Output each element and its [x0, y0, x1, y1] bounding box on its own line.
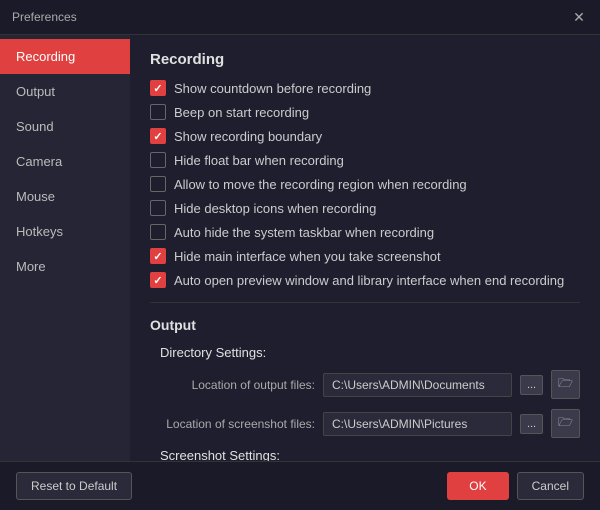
- checkbox-autoopen[interactable]: [150, 272, 166, 288]
- sidebar-item-camera[interactable]: Camera: [0, 144, 130, 179]
- checkbox-desktopicons[interactable]: [150, 200, 166, 216]
- checkbox-label-taskbar: Auto hide the system taskbar when record…: [174, 225, 434, 240]
- checkbox-label-moveregion: Allow to move the recording region when …: [174, 177, 467, 192]
- directory-settings-title: Directory Settings:: [160, 345, 580, 360]
- checkbox-row-boundary: Show recording boundary: [150, 128, 580, 144]
- sidebar-item-more[interactable]: More: [0, 249, 130, 284]
- output-files-row: Location of output files: ... 🗁: [160, 370, 580, 399]
- checkbox-label-boundary: Show recording boundary: [174, 129, 322, 144]
- main-content: RecordingOutputSoundCameraMouseHotkeysMo…: [0, 35, 600, 461]
- screenshot-settings-title: Screenshot Settings:: [160, 448, 580, 461]
- checkbox-row-taskbar: Auto hide the system taskbar when record…: [150, 224, 580, 240]
- checkbox-boundary[interactable]: [150, 128, 166, 144]
- checkbox-moveregion[interactable]: [150, 176, 166, 192]
- cancel-button[interactable]: Cancel: [517, 472, 584, 500]
- checkbox-row-desktopicons: Hide desktop icons when recording: [150, 200, 580, 216]
- sidebar-item-hotkeys[interactable]: Hotkeys: [0, 214, 130, 249]
- dialog-title: Preferences: [12, 10, 77, 24]
- checkbox-floatbar[interactable]: [150, 152, 166, 168]
- title-bar: Preferences ✕: [0, 0, 600, 35]
- screenshot-files-dots-button[interactable]: ...: [520, 414, 543, 434]
- reset-to-default-button[interactable]: Reset to Default: [16, 472, 132, 500]
- checkbox-taskbar[interactable]: [150, 224, 166, 240]
- preferences-dialog: Preferences ✕ RecordingOutputSoundCamera…: [0, 0, 600, 510]
- screenshot-files-input[interactable]: [323, 412, 512, 436]
- screenshot-files-row: Location of screenshot files: ... 🗁: [160, 409, 580, 438]
- checkbox-row-beep: Beep on start recording: [150, 104, 580, 120]
- checkbox-row-maininterface: Hide main interface when you take screen…: [150, 248, 580, 264]
- screenshot-files-folder-button[interactable]: 🗁: [551, 409, 580, 438]
- output-files-folder-button[interactable]: 🗁: [551, 370, 580, 399]
- checkbox-row-moveregion: Allow to move the recording region when …: [150, 176, 580, 192]
- output-files-dots-button[interactable]: ...: [520, 375, 543, 395]
- sidebar: RecordingOutputSoundCameraMouseHotkeysMo…: [0, 35, 130, 461]
- checkbox-label-autoopen: Auto open preview window and library int…: [174, 273, 564, 288]
- checkbox-label-countdown: Show countdown before recording: [174, 81, 371, 96]
- close-button[interactable]: ✕: [570, 8, 588, 26]
- checkbox-label-maininterface: Hide main interface when you take screen…: [174, 249, 441, 264]
- checkbox-label-beep: Beep on start recording: [174, 105, 309, 120]
- checkbox-row-autoopen: Auto open preview window and library int…: [150, 272, 580, 288]
- sidebar-item-sound[interactable]: Sound: [0, 109, 130, 144]
- output-files-input[interactable]: [323, 373, 512, 397]
- screenshot-files-label: Location of screenshot files:: [160, 417, 315, 431]
- ok-button[interactable]: OK: [447, 472, 508, 500]
- output-files-label: Location of output files:: [160, 378, 315, 392]
- footer: Reset to Default OK Cancel: [0, 461, 600, 510]
- checkbox-beep[interactable]: [150, 104, 166, 120]
- recording-section-title: Recording: [150, 51, 580, 68]
- checkbox-label-floatbar: Hide float bar when recording: [174, 153, 344, 168]
- checkbox-countdown[interactable]: [150, 80, 166, 96]
- output-section-title: Output: [150, 317, 580, 333]
- footer-right-buttons: OK Cancel: [447, 472, 584, 500]
- sidebar-item-output[interactable]: Output: [0, 74, 130, 109]
- checkbox-row-floatbar: Hide float bar when recording: [150, 152, 580, 168]
- section-divider: [150, 302, 580, 303]
- sidebar-item-recording[interactable]: Recording: [0, 39, 130, 74]
- checkbox-label-desktopicons: Hide desktop icons when recording: [174, 201, 376, 216]
- content-area: Recording Show countdown before recordin…: [130, 35, 600, 461]
- checkbox-row-countdown: Show countdown before recording: [150, 80, 580, 96]
- sidebar-item-mouse[interactable]: Mouse: [0, 179, 130, 214]
- checkbox-maininterface[interactable]: [150, 248, 166, 264]
